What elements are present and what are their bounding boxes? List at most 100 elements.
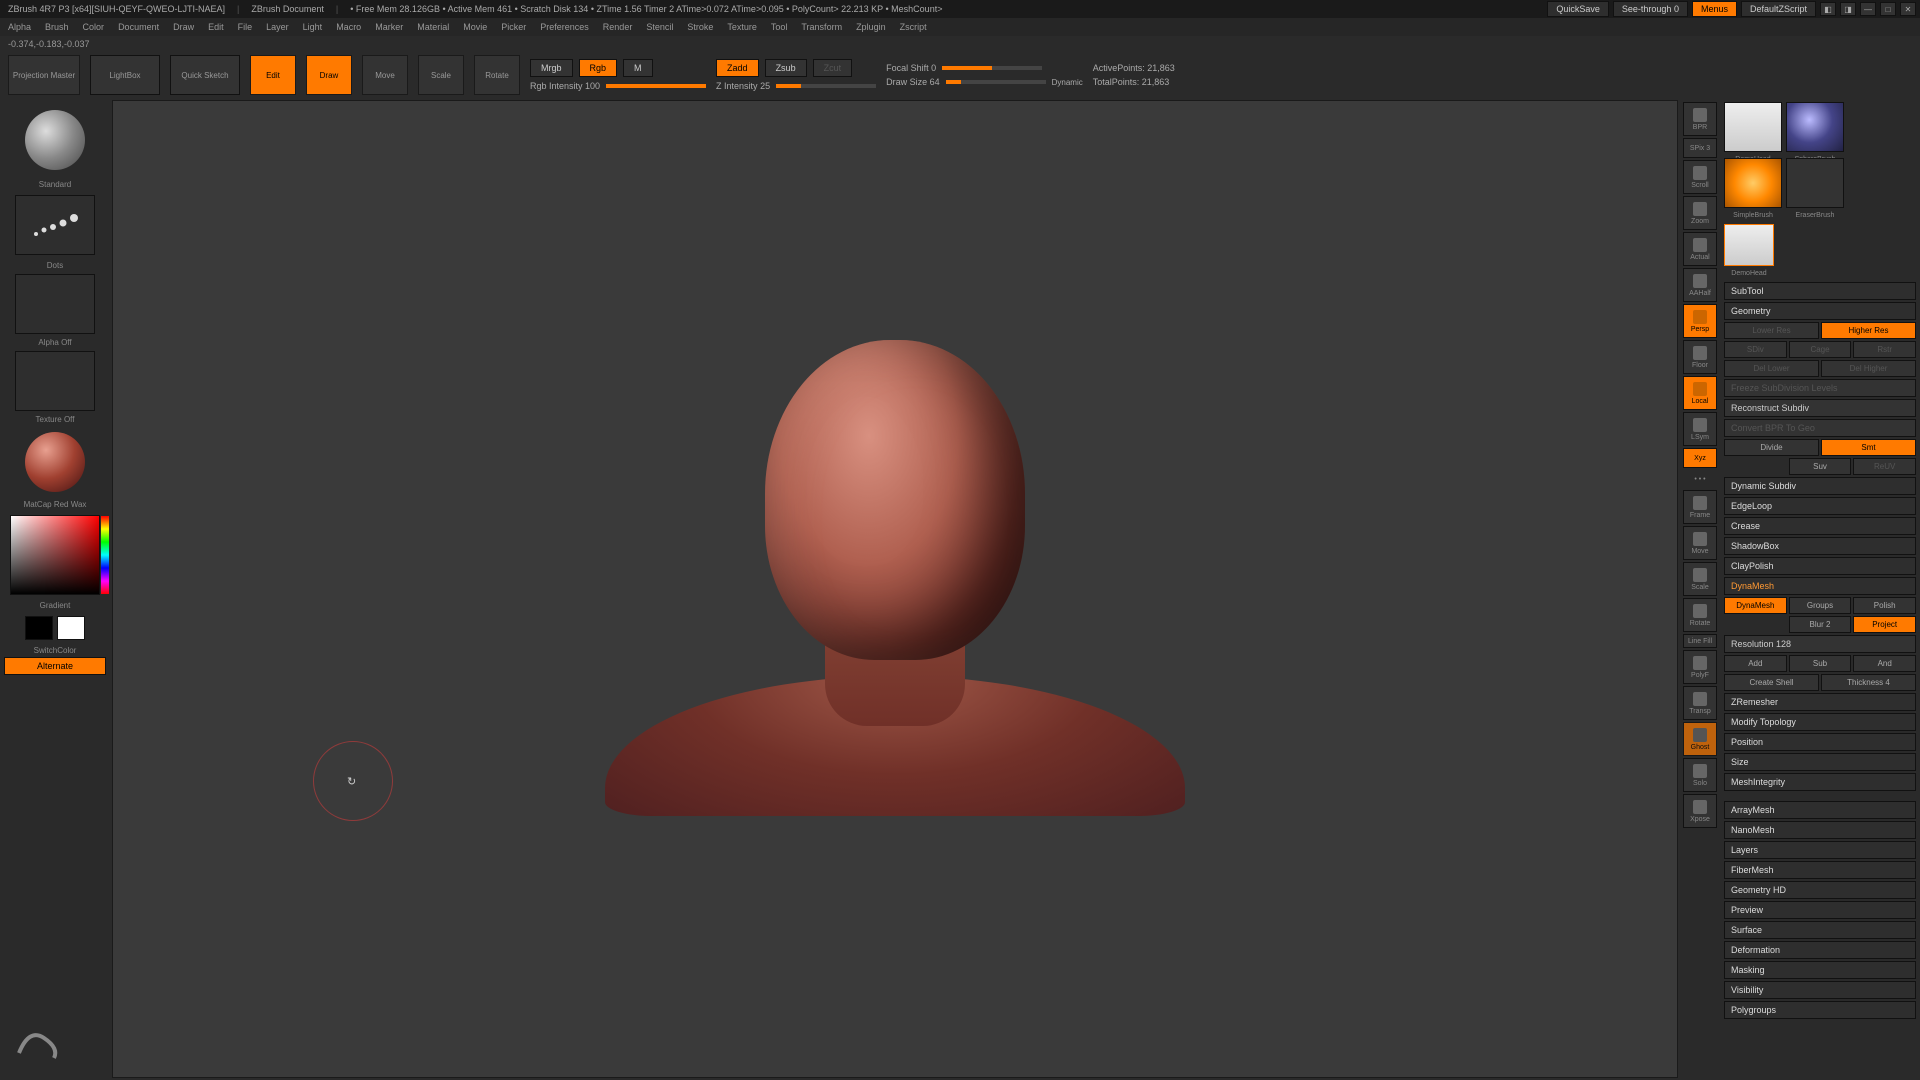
edgeloop-header[interactable]: EdgeLoop xyxy=(1724,497,1916,515)
quicksave-button[interactable]: QuickSave xyxy=(1547,1,1609,17)
zadd-button[interactable]: Zadd xyxy=(716,59,759,77)
focal-shift-slider[interactable] xyxy=(942,66,1042,70)
polygroups-header[interactable]: Polygroups xyxy=(1724,1001,1916,1019)
menu-brush[interactable]: Brush xyxy=(45,22,69,32)
modify-topology-header[interactable]: Modify Topology xyxy=(1724,713,1916,731)
persp-button[interactable]: Persp xyxy=(1683,304,1717,338)
create-shell-button[interactable]: Create Shell xyxy=(1724,674,1819,691)
convert-bpr-button[interactable]: Convert BPR To Geo xyxy=(1724,419,1916,437)
del-lower-button[interactable]: Del Lower xyxy=(1724,360,1819,377)
stroke-thumbnail[interactable] xyxy=(15,195,95,255)
menu-stencil[interactable]: Stencil xyxy=(646,22,673,32)
reuv-button[interactable]: ReUV xyxy=(1853,458,1916,475)
draw-size-label[interactable]: Draw Size 64 xyxy=(886,77,940,87)
shadowbox-header[interactable]: ShadowBox xyxy=(1724,537,1916,555)
menu-alpha[interactable]: Alpha xyxy=(8,22,31,32)
claypolish-header[interactable]: ClayPolish xyxy=(1724,557,1916,575)
menu-picker[interactable]: Picker xyxy=(501,22,526,32)
menu-light[interactable]: Light xyxy=(303,22,323,32)
polyf-button[interactable]: PolyF xyxy=(1683,650,1717,684)
scroll-button[interactable]: Scroll xyxy=(1683,160,1717,194)
switch-color-button[interactable]: SwitchColor xyxy=(4,646,106,655)
nav-scale-button[interactable]: Scale xyxy=(1683,562,1717,596)
mesh-integrity-header[interactable]: MeshIntegrity xyxy=(1724,773,1916,791)
nav-rotate-button[interactable]: Rotate xyxy=(1683,598,1717,632)
project-button[interactable]: Project xyxy=(1853,616,1916,633)
tool-demohead[interactable]: DemoHead xyxy=(1724,102,1782,152)
zsub-button[interactable]: Zsub xyxy=(765,59,807,77)
menu-macro[interactable]: Macro xyxy=(336,22,361,32)
polish-button[interactable]: Polish xyxy=(1853,597,1916,614)
move-mode-button[interactable]: Move xyxy=(362,55,408,95)
secondary-color-swatch[interactable] xyxy=(25,616,53,640)
scale-mode-button[interactable]: Scale xyxy=(418,55,464,95)
layers-header[interactable]: Layers xyxy=(1724,841,1916,859)
zremesher-header[interactable]: ZRemesher xyxy=(1724,693,1916,711)
floor-button[interactable]: Floor xyxy=(1683,340,1717,374)
menu-movie[interactable]: Movie xyxy=(463,22,487,32)
geometry-hd-header[interactable]: Geometry HD xyxy=(1724,881,1916,899)
deformation-header[interactable]: Deformation xyxy=(1724,941,1916,959)
brush-thumbnail[interactable] xyxy=(25,110,85,170)
canvas-viewport[interactable]: ↻ xyxy=(112,100,1678,1078)
axis-dots[interactable]: • • • xyxy=(1683,470,1717,488)
arraymesh-header[interactable]: ArrayMesh xyxy=(1724,801,1916,819)
z-intensity-label[interactable]: Z Intensity 25 xyxy=(716,81,770,91)
menu-edit[interactable]: Edit xyxy=(208,22,224,32)
menu-preferences[interactable]: Preferences xyxy=(540,22,589,32)
transp-button[interactable]: Transp xyxy=(1683,686,1717,720)
reconstruct-subdiv-button[interactable]: Reconstruct Subdiv xyxy=(1724,399,1916,417)
rstr-button[interactable]: Rstr xyxy=(1853,341,1916,358)
menu-draw[interactable]: Draw xyxy=(173,22,194,32)
frame-button[interactable]: Frame xyxy=(1683,490,1717,524)
edit-mode-button[interactable]: Edit xyxy=(250,55,296,95)
aahalf-button[interactable]: AAHalf xyxy=(1683,268,1717,302)
close-icon[interactable]: ✕ xyxy=(1900,2,1916,16)
menu-zplugin[interactable]: Zplugin xyxy=(856,22,886,32)
focal-shift-label[interactable]: Focal Shift 0 xyxy=(886,63,936,73)
tool-eraser[interactable]: EraserBrush xyxy=(1786,158,1844,208)
and-button[interactable]: And xyxy=(1853,655,1916,672)
add-button[interactable]: Add xyxy=(1724,655,1787,672)
rgb-button[interactable]: Rgb xyxy=(579,59,618,77)
projection-master-button[interactable]: Projection Master xyxy=(8,55,80,95)
divide-button[interactable]: Divide xyxy=(1724,439,1819,456)
spix-slider[interactable]: SPix 3 xyxy=(1683,138,1717,158)
dock-icon[interactable]: ◧ xyxy=(1820,2,1836,16)
maximize-icon[interactable]: □ xyxy=(1880,2,1896,16)
fibermesh-header[interactable]: FiberMesh xyxy=(1724,861,1916,879)
menus-button[interactable]: Menus xyxy=(1692,1,1737,17)
zoom-button[interactable]: Zoom xyxy=(1683,196,1717,230)
nav-move-button[interactable]: Move xyxy=(1683,526,1717,560)
menu-color[interactable]: Color xyxy=(83,22,105,32)
preview-header[interactable]: Preview xyxy=(1724,901,1916,919)
visibility-header[interactable]: Visibility xyxy=(1724,981,1916,999)
m-button[interactable]: M xyxy=(623,59,653,77)
mrgb-button[interactable]: Mrgb xyxy=(530,59,573,77)
draw-size-slider[interactable] xyxy=(946,80,1046,84)
menu-file[interactable]: File xyxy=(238,22,253,32)
actual-button[interactable]: Actual xyxy=(1683,232,1717,266)
position-header[interactable]: Position xyxy=(1724,733,1916,751)
rgb-intensity-slider[interactable] xyxy=(606,84,706,88)
sdiv-slider[interactable]: SDiv xyxy=(1724,341,1787,358)
model-preview[interactable] xyxy=(615,295,1175,855)
suv-button[interactable]: Suv xyxy=(1789,458,1852,475)
tool-sphere[interactable]: SphereBrush xyxy=(1786,102,1844,152)
tool-simplebrush[interactable]: SimpleBrush xyxy=(1724,158,1782,208)
local-button[interactable]: Local xyxy=(1683,376,1717,410)
see-through-slider[interactable]: See-through 0 xyxy=(1613,1,1688,17)
menu-layer[interactable]: Layer xyxy=(266,22,289,32)
zcut-button[interactable]: Zcut xyxy=(813,59,853,77)
menu-stroke[interactable]: Stroke xyxy=(687,22,713,32)
lower-res-button[interactable]: Lower Res xyxy=(1724,322,1819,339)
bpr-button[interactable]: BPR xyxy=(1683,102,1717,136)
cage-button[interactable]: Cage xyxy=(1789,341,1852,358)
menu-render[interactable]: Render xyxy=(603,22,633,32)
xyz-button[interactable]: Xyz xyxy=(1683,448,1717,468)
active-tool-thumb[interactable]: DemoHead xyxy=(1724,224,1774,266)
lsym-button[interactable]: LSym xyxy=(1683,412,1717,446)
geometry-header[interactable]: Geometry xyxy=(1724,302,1916,320)
blur-slider[interactable]: Blur 2 xyxy=(1789,616,1852,633)
higher-res-button[interactable]: Higher Res xyxy=(1821,322,1916,339)
